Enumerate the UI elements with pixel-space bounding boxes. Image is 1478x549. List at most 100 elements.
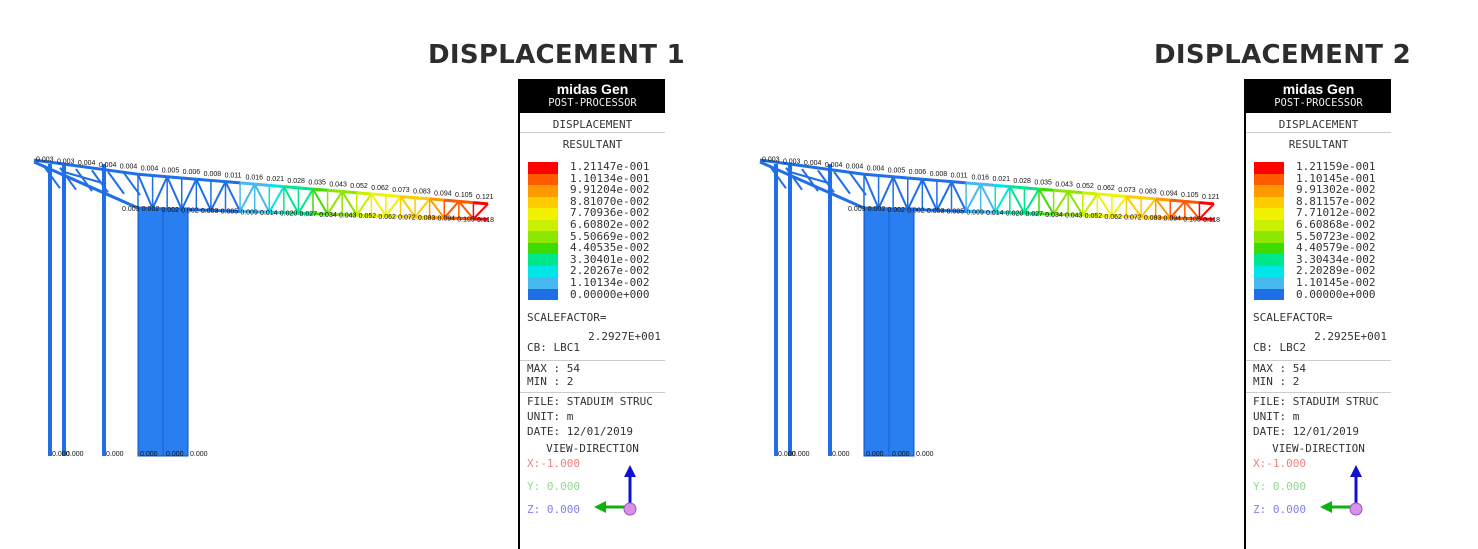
- displacement-label: 0.121: [476, 194, 494, 201]
- scale-value: 4.40579e-002: [1296, 241, 1376, 255]
- displacement-label: 0.094: [434, 190, 452, 197]
- displacement-label: 0.118: [477, 217, 494, 224]
- top-chord: [196, 177, 212, 182]
- diagonal: [224, 181, 241, 212]
- displacement-label: 0.052: [359, 213, 377, 220]
- top-chord: [951, 180, 967, 185]
- scalefactor-label: SCALEFACTOR=: [1253, 311, 1333, 324]
- scale-value: 0.00000e+000: [570, 287, 650, 301]
- diagonal: [355, 193, 373, 216]
- app-name: midas Gen: [1282, 81, 1355, 97]
- top-chord: [907, 176, 923, 181]
- top-chord: [356, 191, 372, 196]
- displacement-label: 0.043: [339, 213, 357, 220]
- top-chord: [181, 176, 197, 181]
- top-chord: [400, 194, 416, 200]
- file-name: FILE: STADUIM STRUC: [1253, 395, 1379, 408]
- displacement-label: 0.005: [947, 209, 965, 216]
- displacement-label: 0.006: [183, 169, 201, 176]
- displacement-label: 0.043: [329, 181, 347, 188]
- displacement-label: 0.028: [1013, 178, 1031, 185]
- top-chord: [298, 186, 314, 191]
- scale-value: 6.60802e-002: [570, 217, 650, 231]
- top-chord: [1053, 188, 1069, 194]
- scale-swatch: [1254, 219, 1284, 231]
- top-chord: [863, 172, 879, 178]
- displacement-label: 0.021: [266, 176, 284, 183]
- displacement-label: 0.121: [1202, 194, 1220, 201]
- date: DATE: 12/01/2019: [527, 425, 633, 438]
- support-label: 0.000: [140, 451, 158, 458]
- displacement-label: 0.004: [846, 164, 864, 171]
- column: [828, 164, 832, 456]
- top-chord: [225, 180, 241, 185]
- color-scale: [1254, 162, 1284, 300]
- displacement-label: 0.016: [972, 174, 990, 181]
- scale-swatch: [1254, 162, 1284, 174]
- top-chord: [283, 185, 299, 190]
- result-component: RESULTANT: [1288, 138, 1349, 151]
- top-chord: [1155, 197, 1171, 202]
- diagonal: [1023, 188, 1040, 214]
- top-chord: [922, 177, 938, 182]
- unit: UNIT: m: [527, 410, 574, 423]
- top-chord: [167, 175, 182, 180]
- scale-swatch: [1254, 173, 1284, 185]
- diagonal: [906, 178, 924, 210]
- scale-value: 1.21147e-001: [570, 160, 650, 173]
- displacement-label: 0.094: [1160, 190, 1178, 197]
- scale-swatch: [528, 173, 558, 185]
- scale-value: 6.60868e-002: [1296, 217, 1376, 231]
- diagonal: [833, 171, 851, 195]
- top-chord: [385, 193, 401, 198]
- displacement-label: 0.028: [287, 178, 305, 185]
- displacement-label: 0.073: [392, 187, 410, 194]
- top-chord: [1097, 192, 1113, 197]
- displacement-label: 0.002: [161, 207, 179, 214]
- displacement-label: 0.002: [142, 206, 160, 213]
- scale-value: 4.40535e-002: [570, 241, 650, 255]
- displacement-label: 0.035: [308, 180, 326, 187]
- scale-swatch: [1254, 231, 1284, 243]
- scale-value: 1.21159e-001: [1296, 160, 1376, 173]
- scale-swatch: [528, 231, 558, 243]
- scale-swatch: [528, 277, 558, 289]
- displacement-label: 0.043: [1055, 181, 1073, 188]
- max-node: MAX : 54: [1253, 362, 1306, 375]
- diagonal: [950, 181, 967, 212]
- unit: UNIT: m: [1253, 410, 1300, 423]
- scale-swatch: [1254, 185, 1284, 197]
- diagonal: [863, 173, 880, 209]
- column: [788, 164, 792, 456]
- diagonal: [921, 178, 938, 211]
- scale-swatch: [528, 208, 558, 220]
- scale-swatch: [528, 254, 558, 266]
- column: [102, 164, 106, 456]
- displacement-label: 0.052: [1076, 183, 1094, 190]
- displacement-label: 0.008: [930, 171, 948, 178]
- displacement-label: 0.003: [122, 206, 140, 213]
- top-chord: [342, 190, 357, 195]
- displacement-label: 0.004: [867, 166, 885, 173]
- displacement-label: 0.083: [418, 215, 436, 222]
- displacement-label: 0.004: [120, 164, 138, 171]
- scale-swatch: [528, 288, 558, 300]
- scale-swatch: [528, 185, 558, 197]
- displacement-label: 0.105: [457, 216, 475, 223]
- top-chord: [980, 182, 996, 187]
- result-legend: midas Gen POST-PROCESSOR DISPLACEMENT RE…: [518, 79, 665, 549]
- max-node: MAX : 54: [527, 362, 580, 375]
- diagonal: [137, 173, 154, 209]
- top-chord: [1024, 186, 1040, 191]
- top-chord: [239, 181, 255, 186]
- displacement-label: 0.005: [888, 167, 906, 174]
- top-chord: [1082, 191, 1098, 196]
- xyz-triad-icon: [1320, 465, 1363, 516]
- structure-model: 0.003 0.003 0.004 0.004 0.004 0.004 0.005 0.006…: [759, 157, 1220, 458]
- displacement-label: 0.062: [371, 185, 389, 192]
- view-direction: VIEW-DIRECTION: [1272, 442, 1365, 455]
- displacement-label: 0.105: [1181, 192, 1199, 199]
- file-name: FILE: STADUIM STRUC: [527, 395, 653, 408]
- view-direction: VIEW-DIRECTION: [546, 442, 639, 455]
- displacement-label: 0.062: [1097, 185, 1115, 192]
